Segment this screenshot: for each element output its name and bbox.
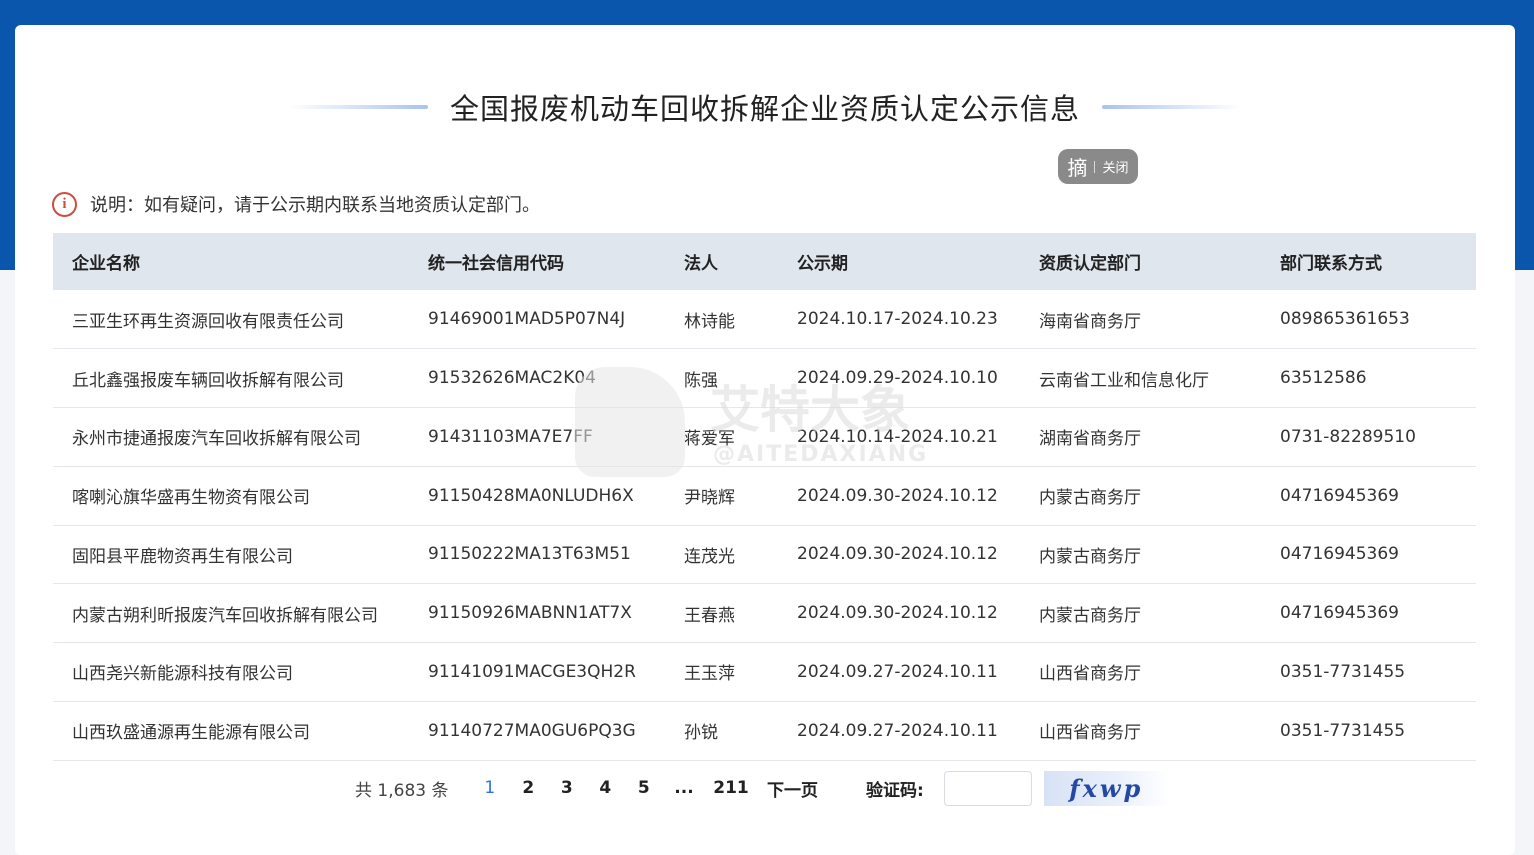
table-row: 固阳县平鹿物资再生有限公司 91150222MA13T63M51 连茂光 202… [53, 525, 1476, 584]
cell-legal-person: 林诗能 [684, 311, 735, 332]
cell-company: 丘北鑫强报废车辆回收拆解有限公司 [72, 370, 344, 391]
page-link-3[interactable]: 3 [547, 778, 586, 798]
cell-department: 内蒙古商务厅 [1039, 605, 1141, 626]
cell-period: 2024.09.30-2024.10.12 [797, 485, 998, 506]
cell-contact: 04716945369 [1280, 603, 1399, 624]
title-decoration-left [287, 105, 428, 109]
cell-contact: 0351-7731455 [1280, 720, 1406, 741]
cell-period: 2024.09.30-2024.10.12 [797, 544, 998, 565]
cell-contact: 089865361653 [1280, 309, 1410, 330]
cell-department: 内蒙古商务厅 [1039, 488, 1141, 509]
cell-credit-code: 91150428MA0NLUDH6X [428, 485, 634, 506]
cell-company: 喀喇沁旗华盛再生物资有限公司 [72, 488, 310, 509]
col-header-company: 企业名称 [72, 254, 140, 274]
cell-department: 内蒙古商务厅 [1039, 546, 1141, 567]
pagination: 共 1,683 条 1 2 3 4 5 ... 211 下一页 验证码: fxw… [355, 768, 1169, 808]
info-circle-icon: i [52, 191, 77, 217]
cell-period: 2024.10.14-2024.10.21 [797, 426, 998, 447]
table-body: 三亚生环再生资源回收有限责任公司 91469001MAD5P07N4J 林诗能 … [53, 290, 1476, 760]
cell-legal-person: 王玉萍 [684, 664, 735, 685]
cell-period: 2024.09.27-2024.10.11 [797, 661, 998, 682]
page-ellipsis: ... [674, 778, 694, 798]
cell-credit-code: 91140727MA0GU6PQ3G [428, 720, 636, 741]
cell-department: 海南省商务厅 [1039, 311, 1141, 332]
cell-credit-code: 91469001MAD5P07N4J [428, 309, 626, 330]
cell-company: 山西尧兴新能源科技有限公司 [72, 664, 293, 685]
next-page-button[interactable]: 下一页 [767, 776, 818, 801]
cell-department: 山西省商务厅 [1039, 723, 1141, 744]
col-header-department: 资质认定部门 [1039, 254, 1141, 274]
excerpt-toggle-button[interactable]: 摘 关闭 [1058, 149, 1138, 184]
cell-credit-code: 91431103MA7E7FF [428, 426, 593, 447]
table-row: 山西玖盛通源再生能源有限公司 91140727MA0GU6PQ3G 孙锐 202… [53, 701, 1476, 760]
notice-text: 说明：如有疑问，请于公示期内联系当地资质认定部门。 [90, 195, 540, 216]
table-row: 永州市捷通报废汽车回收拆解有限公司 91431103MA7E7FF 蒋爱军 20… [53, 408, 1476, 467]
cell-period: 2024.10.17-2024.10.23 [797, 309, 998, 330]
col-header-credit-code: 统一社会信用代码 [428, 254, 564, 274]
cell-period: 2024.09.29-2024.10.10 [797, 368, 998, 389]
cell-company: 三亚生环再生资源回收有限责任公司 [72, 311, 344, 332]
cell-company: 山西玖盛通源再生能源有限公司 [72, 723, 310, 744]
divider [1094, 160, 1096, 173]
main-card: 全国报废机动车回收拆解企业资质认定公示信息 摘 关闭 i 说明：如有疑问，请于公… [15, 25, 1515, 855]
table-row: 内蒙古朔利昕报废汽车回收拆解有限公司 91150926MABNN1AT7X 王春… [53, 584, 1476, 643]
cell-legal-person: 连茂光 [684, 546, 735, 567]
page-link-last[interactable]: 211 [705, 778, 757, 798]
title-row: 全国报废机动车回收拆解企业资质认定公示信息 [15, 85, 1515, 129]
cell-credit-code: 91141091MACGE3QH2R [428, 661, 636, 682]
cell-contact: 63512586 [1280, 368, 1367, 389]
cell-contact: 04716945369 [1280, 485, 1399, 506]
table-row: 丘北鑫强报废车辆回收拆解有限公司 91532626MAC2K04 陈强 2024… [53, 349, 1476, 408]
excerpt-label: 摘 [1067, 156, 1088, 180]
cell-legal-person: 孙锐 [684, 723, 718, 744]
table-header: 企业名称 统一社会信用代码 法人 公示期 资质认定部门 部门联系方式 [53, 233, 1476, 290]
cell-company: 固阳县平鹿物资再生有限公司 [72, 546, 293, 567]
cell-period: 2024.09.30-2024.10.12 [797, 603, 998, 624]
cell-credit-code: 91532626MAC2K04 [428, 368, 596, 389]
title-decoration-right [1102, 105, 1242, 109]
cell-contact: 0731-82289510 [1280, 426, 1416, 447]
table-row: 三亚生环再生资源回收有限责任公司 91469001MAD5P07N4J 林诗能 … [53, 290, 1476, 349]
page-link-2[interactable]: 2 [509, 778, 548, 798]
cell-department: 云南省工业和信息化厅 [1039, 370, 1209, 391]
cell-legal-person: 尹晓辉 [684, 488, 735, 509]
page-link-5[interactable]: 5 [624, 778, 663, 798]
cell-legal-person: 王春燕 [684, 605, 735, 626]
cell-credit-code: 91150926MABNN1AT7X [428, 603, 632, 624]
page-title: 全国报废机动车回收拆解企业资质认定公示信息 [449, 92, 1080, 126]
cell-department: 湖南省商务厅 [1039, 429, 1141, 450]
notice-bar: i 说明：如有疑问，请于公示期内联系当地资质认定部门。 [52, 189, 540, 219]
table-header-row: 企业名称 统一社会信用代码 法人 公示期 资质认定部门 部门联系方式 [53, 233, 1476, 290]
captcha-input[interactable] [943, 770, 1032, 806]
cell-department: 山西省商务厅 [1039, 664, 1141, 685]
cell-company: 内蒙古朔利昕报废汽车回收拆解有限公司 [72, 605, 378, 626]
enterprise-table: 企业名称 统一社会信用代码 法人 公示期 资质认定部门 部门联系方式 三亚生环再… [53, 233, 1476, 761]
col-header-legal-person: 法人 [684, 254, 718, 274]
cell-contact: 0351-7731455 [1280, 661, 1406, 682]
total-count: 共 1,683 条 [355, 780, 449, 801]
page-link-4[interactable]: 4 [586, 778, 625, 798]
cell-period: 2024.09.27-2024.10.11 [797, 720, 998, 741]
col-header-period: 公示期 [797, 254, 848, 274]
cell-legal-person: 陈强 [684, 370, 718, 391]
cell-contact: 04716945369 [1280, 544, 1399, 565]
page-link-1[interactable]: 1 [470, 778, 509, 798]
captcha-label: 验证码: [865, 780, 924, 801]
table-row: 喀喇沁旗华盛再生物资有限公司 91150428MA0NLUDH6X 尹晓辉 20… [53, 466, 1476, 525]
cell-company: 永州市捷通报废汽车回收拆解有限公司 [72, 429, 361, 450]
close-label[interactable]: 关闭 [1102, 157, 1128, 176]
cell-credit-code: 91150222MA13T63M51 [428, 544, 631, 565]
col-header-contact: 部门联系方式 [1280, 254, 1382, 274]
captcha-image[interactable]: fxwp [1043, 770, 1169, 806]
table-row: 山西尧兴新能源科技有限公司 91141091MACGE3QH2R 王玉萍 202… [53, 643, 1476, 702]
cell-legal-person: 蒋爱军 [684, 429, 735, 450]
